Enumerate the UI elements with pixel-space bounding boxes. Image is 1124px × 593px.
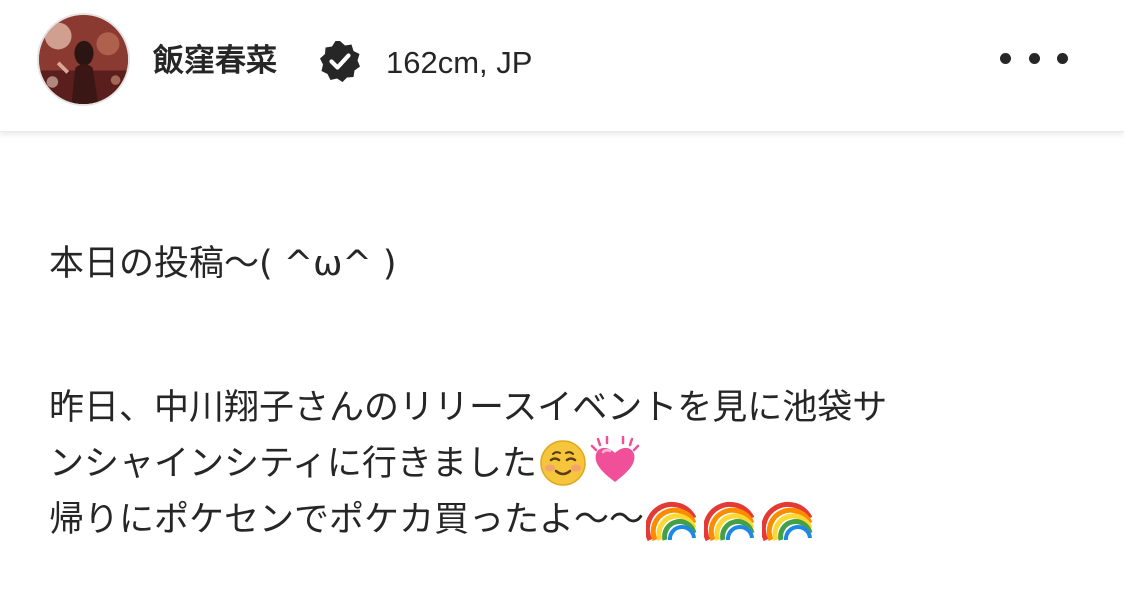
rainbow-icon xyxy=(704,492,760,544)
post-header: 飯窪春菜 162cm, JP xyxy=(0,0,1124,132)
avatar-photo xyxy=(39,15,128,104)
caption-line-with-emoji: 帰りにポケセンでポケカ買ったよ〜〜 xyxy=(49,492,1089,548)
location-subtitle: 162cm, JP xyxy=(386,45,533,80)
caption-text: ンシャインシティに行きました xyxy=(49,444,537,484)
more-horizontal-icon-dot xyxy=(1028,52,1040,64)
caption-line: 昨日、中川翔子さんのリリースイベントを見に池袋サ xyxy=(49,388,888,428)
more-horizontal-icon xyxy=(1000,52,1011,64)
caption-text: 帰りにポケセンでポケカ買ったよ〜〜 xyxy=(49,500,645,540)
more-options-button[interactable] xyxy=(994,40,1074,76)
post-caption: 本日の投稿〜( ^ω^ ) 昨日、中川翔子さんのリリースイベントを見に池袋サ ン… xyxy=(49,236,1089,548)
verified-badge-icon xyxy=(318,39,362,83)
rainbow-icon xyxy=(646,492,702,544)
beating-heart-icon xyxy=(589,436,641,488)
rainbow-icon xyxy=(762,492,818,544)
smiling-face-icon xyxy=(537,436,589,488)
username[interactable]: 飯窪春菜 xyxy=(153,36,277,86)
caption-line-with-emoji: ンシャインシティに行きました xyxy=(49,436,1089,492)
caption-line: 本日の投稿〜( ^ω^ ) xyxy=(49,244,397,284)
avatar[interactable] xyxy=(37,13,130,106)
more-horizontal-icon-dot xyxy=(1057,52,1068,64)
